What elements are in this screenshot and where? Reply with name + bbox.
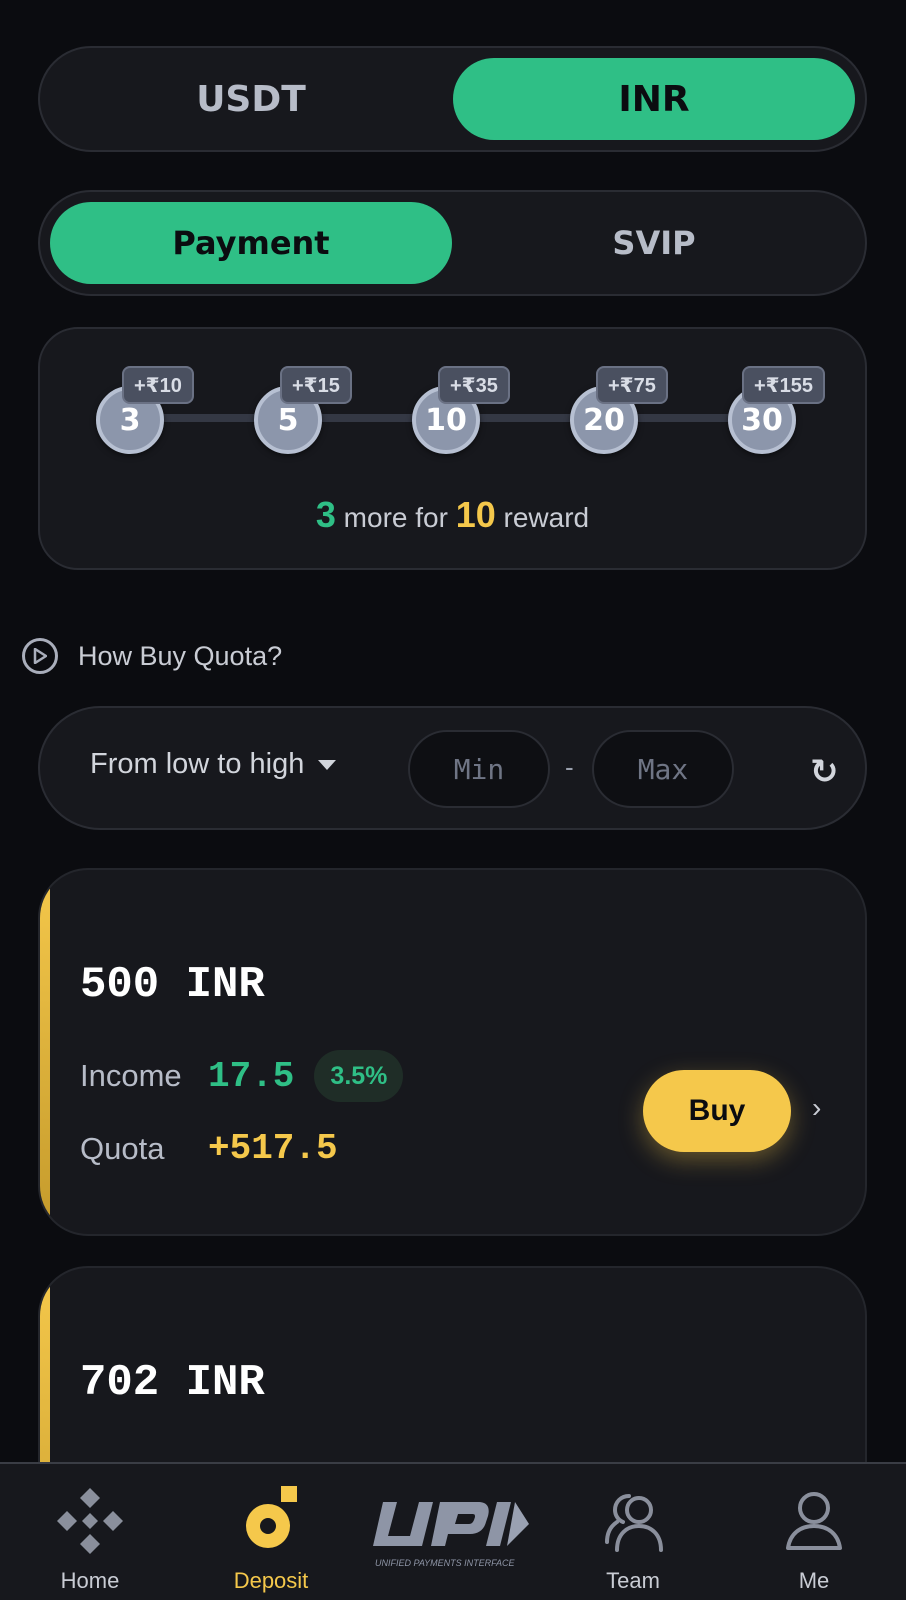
range-separator: -	[565, 752, 574, 782]
income-label: Income	[80, 1058, 182, 1093]
play-icon	[22, 638, 58, 674]
chevron-right-icon[interactable]: ›	[812, 1092, 821, 1124]
deposit-page: USDT INR Payment SVIP 3 +₹10 5 +₹15 10 +…	[0, 0, 906, 1600]
nav-me-label: Me	[798, 1568, 830, 1593]
sort-dropdown[interactable]: From low to high	[90, 748, 337, 781]
home-icon	[57, 1488, 123, 1554]
upi-logo-icon: UNIFIED PAYMENTS INTERFACE	[373, 1502, 529, 1568]
nav-home-label: Home	[60, 1568, 120, 1593]
mode-toggle: Payment SVIP	[38, 190, 867, 296]
remaining-count: 3	[315, 494, 336, 535]
nav-deposit[interactable]: Deposit	[181, 1464, 361, 1600]
caret-down-icon	[318, 759, 337, 770]
tab-svip[interactable]: SVIP	[453, 202, 855, 284]
milestone-bonus: +₹15	[280, 366, 352, 404]
how-buy-quota-link[interactable]: How Buy Quota?	[22, 638, 282, 674]
offer-amount: 500 INR	[80, 960, 265, 1010]
income-row: Income 17.5 3.5%	[80, 1050, 404, 1102]
nav-team-label: Team	[606, 1568, 660, 1593]
offer-accent-bar	[40, 870, 50, 1234]
filter-bar: From low to high - ↻	[38, 706, 867, 830]
tab-inr[interactable]: INR	[453, 58, 855, 140]
team-icon	[605, 1494, 663, 1552]
reward-target: 10	[455, 494, 496, 535]
bottom-nav: Home Deposit UNIFIED PAYMENTS INTERFACE	[0, 1462, 906, 1600]
nav-team[interactable]: Team	[543, 1464, 723, 1600]
tab-payment[interactable]: Payment	[50, 202, 452, 284]
milestone-bonus: +₹10	[122, 366, 194, 404]
nav-deposit-label: Deposit	[233, 1568, 309, 1593]
milestone-bonus: +₹75	[596, 366, 668, 404]
sort-label: From low to high	[90, 748, 305, 780]
user-icon	[786, 1492, 842, 1550]
offer-amount: 702 INR	[80, 1358, 265, 1408]
deposit-icon	[246, 1486, 297, 1548]
upi-subtitle: UNIFIED PAYMENTS INTERFACE	[375, 1558, 516, 1568]
max-input[interactable]	[592, 730, 734, 808]
nav-home[interactable]: Home	[0, 1464, 180, 1600]
income-value: 17.5	[208, 1055, 295, 1097]
how-buy-quota-label: How Buy Quota?	[78, 640, 283, 671]
reward-end-text: reward	[503, 502, 590, 533]
currency-toggle: USDT INR	[38, 46, 867, 152]
refresh-icon[interactable]: ↻	[810, 752, 839, 792]
rate-badge: 3.5%	[314, 1050, 404, 1102]
nav-me[interactable]: Me	[724, 1464, 904, 1600]
reward-status-text: 3 more for 10 reward	[40, 494, 865, 536]
tab-usdt[interactable]: USDT	[50, 58, 452, 140]
milestone-bonus: +₹35	[438, 366, 510, 404]
reward-mid-text: more for	[343, 502, 448, 533]
offer-card: 500 INR Income 17.5 3.5% Quota +517.5 Bu…	[38, 868, 867, 1236]
quota-row: Quota +517.5	[80, 1128, 338, 1169]
quota-value: +517.5	[208, 1128, 338, 1169]
nav-upi[interactable]: UNIFIED PAYMENTS INTERFACE	[362, 1464, 542, 1600]
quota-label: Quota	[80, 1130, 165, 1166]
buy-button[interactable]: Buy	[643, 1070, 791, 1152]
reward-progress-card: 3 +₹10 5 +₹15 10 +₹35 20 +₹75 30 +₹155 3…	[38, 327, 867, 570]
min-input[interactable]	[408, 730, 550, 808]
milestone-bonus: +₹155	[742, 366, 825, 404]
